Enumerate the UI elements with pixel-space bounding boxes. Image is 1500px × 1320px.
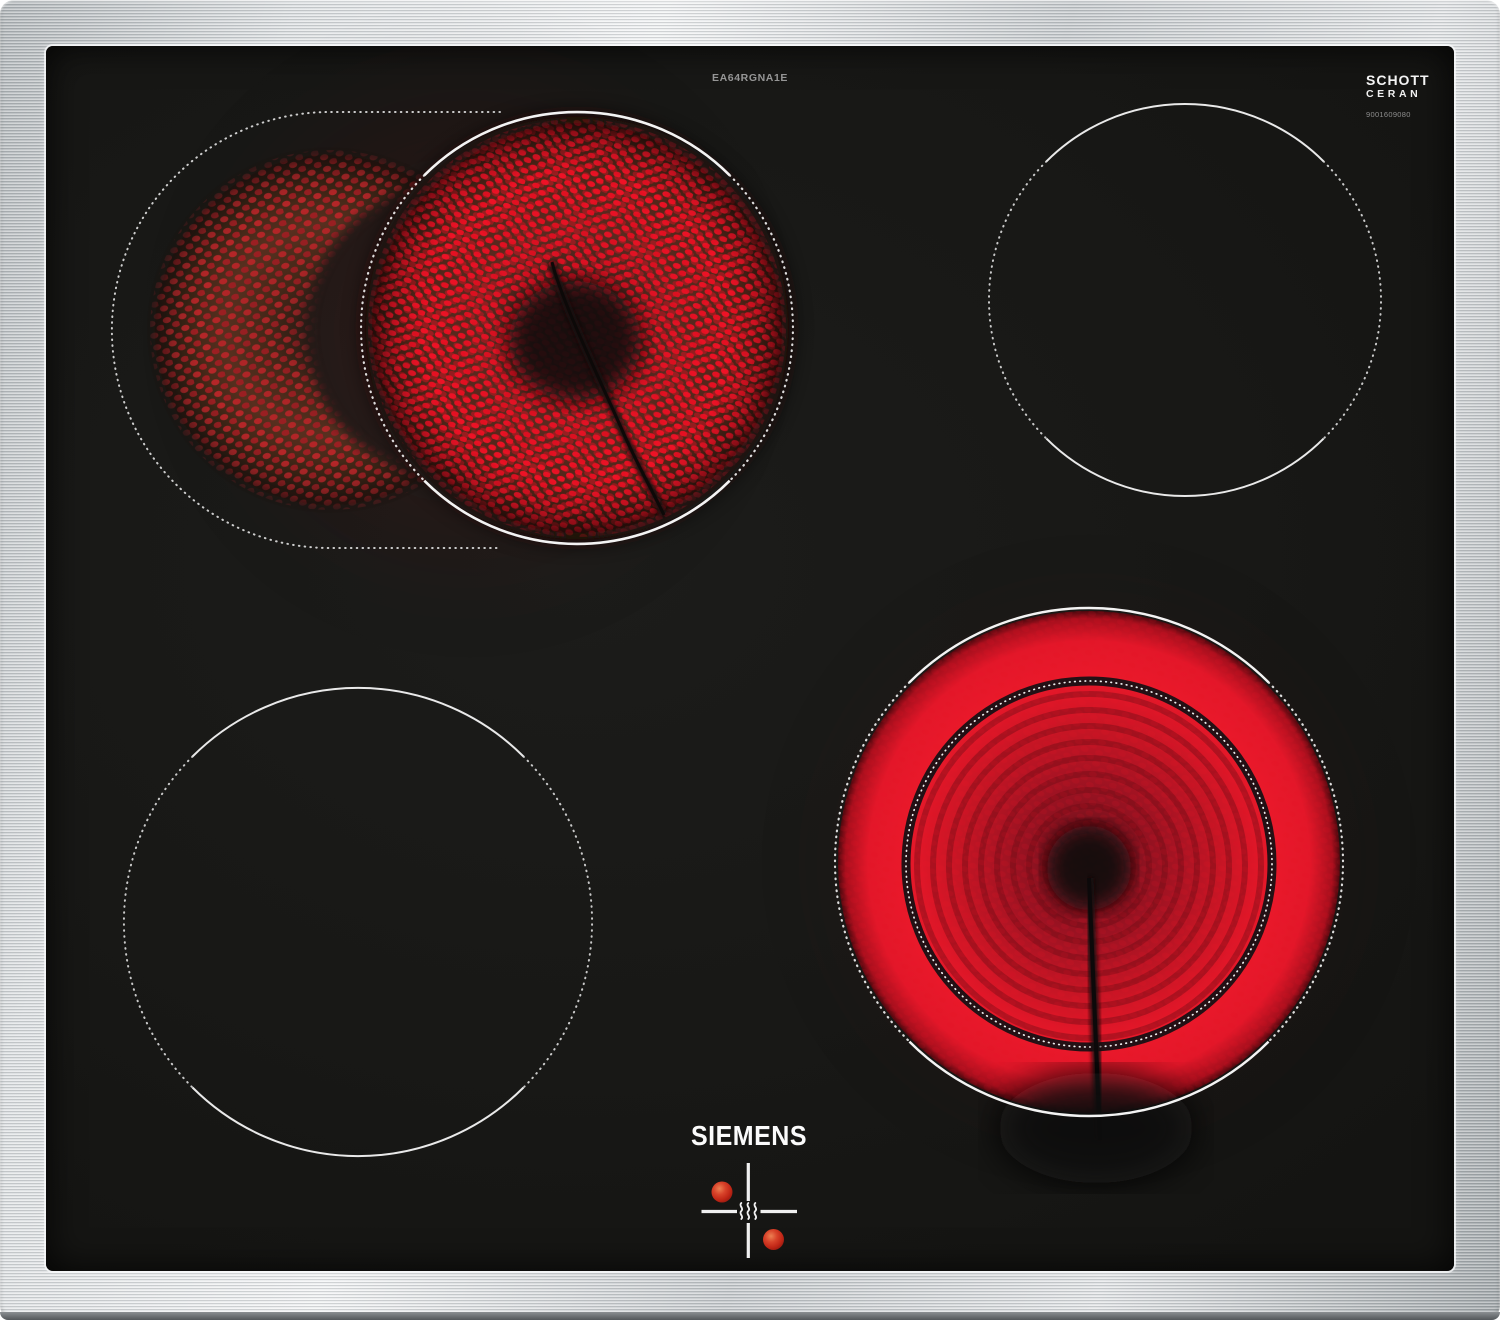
zone-rear-left-dual bbox=[111, 0, 800, 660]
zone-rear-right bbox=[988, 103, 1382, 497]
zone-front-right-dual-circuit bbox=[759, 532, 1419, 1192]
schott-logo-text: SCHOTT bbox=[1366, 72, 1430, 88]
front-right-connector-shadow bbox=[998, 1073, 1194, 1183]
ceran-logo-text: CERAN bbox=[1366, 88, 1422, 100]
siemens-logo: SIEMENS bbox=[690, 1120, 808, 1152]
rear-left-sensor-shadow bbox=[509, 281, 641, 401]
zone-front-left bbox=[123, 687, 593, 1157]
residual-heat-indicator bbox=[701, 1163, 797, 1258]
model-number-label: EA64RGNA1E bbox=[711, 72, 789, 84]
residual-heat-led-right bbox=[763, 1229, 784, 1250]
residual-heat-led-left bbox=[711, 1181, 733, 1203]
glass-code-label: 9001609080 bbox=[1366, 109, 1411, 119]
schott-ceran-logo: SCHOTT CERAN 9001609080 bbox=[1366, 73, 1446, 118]
residual-heat-icon bbox=[739, 1202, 758, 1220]
